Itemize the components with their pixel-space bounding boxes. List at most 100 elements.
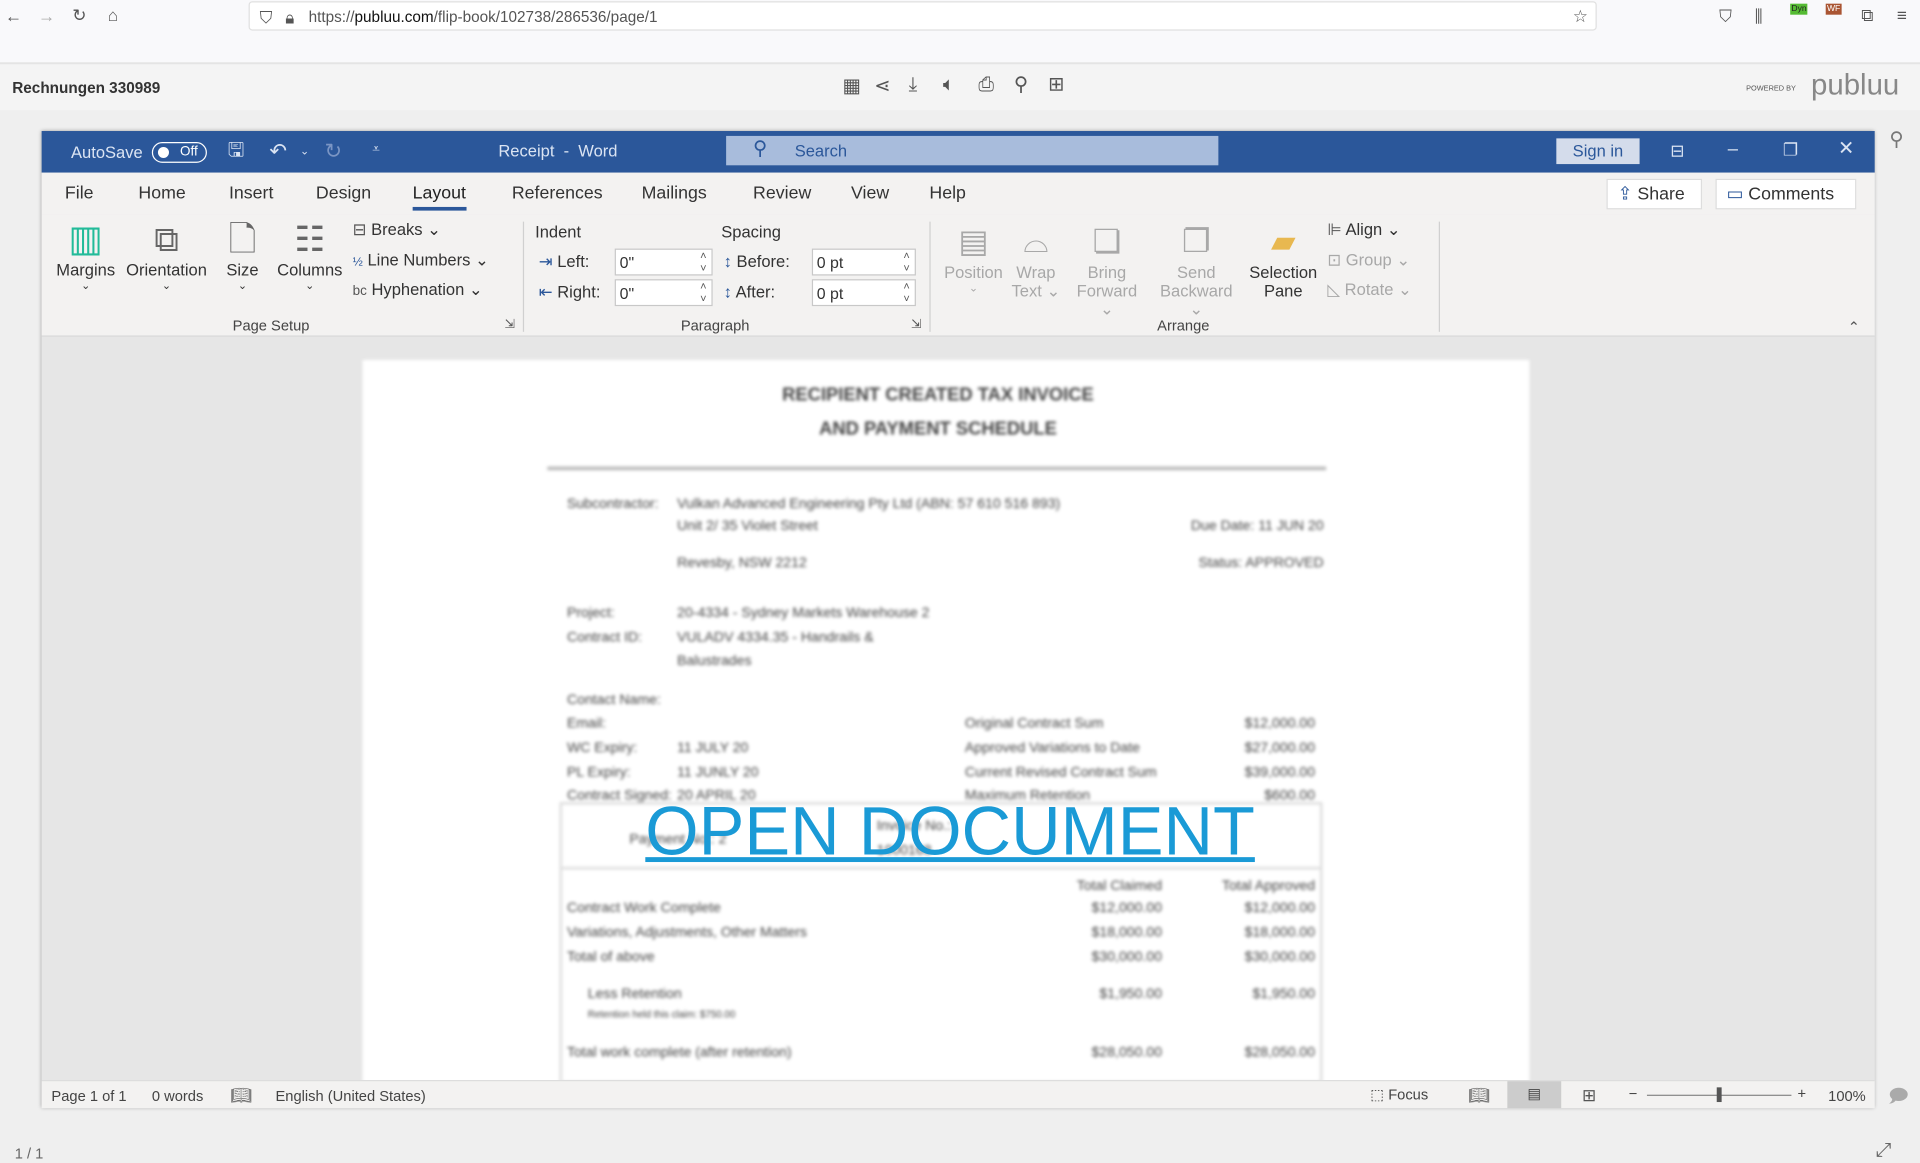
spacing-after-label: ↕ After:	[723, 282, 776, 302]
share-icon[interactable]: ⋖	[874, 77, 890, 97]
position-icon: ▤	[958, 222, 989, 260]
margins-button[interactable]: ▥ Margins ⌄	[51, 219, 120, 292]
orientation-button[interactable]: ⧉ Orientation ⌄	[122, 219, 210, 292]
address-line1: Unit 2/ 35 Violet Street	[677, 519, 818, 534]
line-numbers-button[interactable]: ½ Line Numbers ⌄	[353, 251, 489, 271]
share-button[interactable]: ⇪ Share	[1606, 178, 1703, 210]
ribbon-display-options-icon[interactable]: ⊟	[1670, 142, 1684, 159]
contract-label: Contract ID:	[566, 630, 643, 646]
extensions-icon[interactable]: ⧉	[1861, 6, 1873, 23]
zoom-out-button[interactable]: −	[1629, 1085, 1638, 1102]
open-document-link[interactable]: OPEN DOCUMENT	[645, 794, 1255, 868]
minimize-icon[interactable]: –	[1728, 140, 1738, 158]
grid-icon[interactable]: ▦	[842, 77, 861, 97]
word-count[interactable]: 0 words	[152, 1087, 203, 1104]
word-window: AutoSave Off 🖫 ↶ ⌄ ↻ ⩡ Receipt - Word ⚲ …	[41, 131, 1875, 1109]
contract-row-label: WC Expiry:	[566, 740, 638, 756]
spacing-after-input[interactable]: 0 pt ˄ ˅	[811, 279, 916, 307]
download-icon[interactable]: ⤓	[909, 75, 918, 96]
bring-forward-button[interactable]: ❏ Bring Forward ⌄	[1068, 219, 1146, 319]
tab-file[interactable]: File	[65, 184, 94, 204]
tab-help[interactable]: Help	[929, 184, 966, 204]
close-icon[interactable]: ✕	[1838, 139, 1854, 160]
page-count[interactable]: Page 1 of 1	[51, 1087, 126, 1104]
fullscreen-icon[interactable]: ⤢	[1876, 1141, 1892, 1161]
indent-label: Indent	[535, 222, 582, 242]
tab-review[interactable]: Review	[753, 184, 811, 204]
undo-icon[interactable]: ↶	[269, 141, 286, 162]
wrap-text-button[interactable]: ⌓ Wrap Text ⌄	[1011, 219, 1061, 301]
tab-mailings[interactable]: Mailings	[642, 184, 707, 204]
zoom-slider-thumb[interactable]	[1716, 1087, 1722, 1103]
tab-view[interactable]: View	[851, 184, 889, 204]
page-setup-launcher-icon[interactable]: ⇲	[504, 319, 514, 332]
payment-line-approved: $1,950.00	[1252, 986, 1316, 1002]
address-bar[interactable]: ⛉ 🔒︎ https://publuu.com/flip-book/102738…	[248, 1, 1597, 31]
web-layout-icon[interactable]: ⊞	[1582, 1086, 1596, 1103]
extension-wf[interactable]: WF	[1825, 3, 1842, 15]
save-icon[interactable]: 🖫	[228, 141, 245, 162]
flipbook-title: Rechnungen 330989	[12, 79, 161, 97]
pocket-icon[interactable]: ⛉	[1719, 7, 1732, 24]
payment-line-label: Less Retention	[587, 986, 682, 1002]
zoom-in-button[interactable]: +	[1798, 1085, 1807, 1102]
undo-dropdown-icon[interactable]: ⌄	[300, 145, 309, 157]
size-icon: 🗋︎	[228, 220, 257, 259]
menu-icon[interactable]: ≡	[1897, 6, 1907, 23]
send-backward-button[interactable]: ❐ Send Backward ⌄	[1151, 219, 1242, 319]
print-icon[interactable]: ⎙	[978, 75, 994, 96]
title-rule	[547, 466, 1327, 471]
focus-button[interactable]: ⬚ Focus	[1370, 1086, 1428, 1103]
align-button[interactable]: ⊫ Align ⌄	[1327, 220, 1400, 240]
indent-left-input[interactable]: 0" ˄ ˅	[614, 248, 713, 276]
autosave-toggle[interactable]: Off	[151, 142, 207, 163]
selection-pane-button[interactable]: ▰ Selection Pane	[1244, 219, 1322, 300]
search-icon: ⚲	[753, 138, 768, 160]
hyphenation-button[interactable]: bc Hyphenation ⌄	[353, 280, 483, 300]
columns-button[interactable]: ☷ Columns ⌄	[274, 219, 345, 292]
extension-dyn[interactable]: Dyn	[1790, 3, 1808, 15]
group-button[interactable]: ⊡ Group ⌄	[1327, 251, 1410, 271]
rotate-button[interactable]: ◺ Rotate ⌄	[1327, 280, 1411, 300]
position-button[interactable]: ▤ Position ⌄	[940, 219, 1006, 295]
zoom-level[interactable]: 100%	[1828, 1087, 1866, 1104]
language[interactable]: English (United States)	[276, 1087, 426, 1104]
bookmark-star-icon[interactable]: ☆	[1573, 7, 1588, 24]
tab-layout[interactable]: Layout	[412, 184, 466, 211]
collapse-ribbon-icon[interactable]: ⌃	[1848, 320, 1860, 335]
size-button[interactable]: 🗋︎ Size ⌄	[220, 219, 264, 292]
comments-button[interactable]: ▭ Comments	[1715, 178, 1857, 210]
forward-icon[interactable]: →	[38, 7, 55, 24]
embed-icon[interactable]: ⊞	[1048, 75, 1064, 96]
tab-home[interactable]: Home	[138, 184, 185, 204]
comment-icon[interactable]: 🗩︎	[1888, 1087, 1908, 1105]
restore-icon[interactable]: ❐	[1783, 141, 1798, 158]
sound-icon[interactable]: 🔈︎	[943, 75, 955, 96]
search-icon[interactable]: ⚲	[1889, 130, 1903, 151]
back-icon[interactable]: ←	[5, 7, 22, 24]
indent-right-input[interactable]: 0" ˄ ˅	[614, 279, 713, 307]
document-title: Receipt - Word	[498, 142, 618, 161]
zoom-icon[interactable]: ⚲	[1014, 75, 1028, 96]
home-icon[interactable]: ⌂	[108, 6, 118, 23]
doc-title-line1: RECIPIENT CREATED TAX INVOICE	[782, 384, 1094, 406]
customize-qat-icon[interactable]: ⩡	[372, 143, 380, 156]
search-box[interactable]: ⚲ Search	[726, 135, 1219, 166]
tab-insert[interactable]: Insert	[229, 184, 273, 204]
proofing-icon[interactable]: 📖︎	[230, 1086, 252, 1103]
library-icon[interactable]: ⫼	[1755, 7, 1763, 24]
read-mode-icon[interactable]: 📖︎	[1468, 1086, 1490, 1103]
spacing-before-input[interactable]: 0 pt ˄ ˅	[811, 248, 916, 276]
reload-icon[interactable]: ↻	[72, 6, 86, 23]
print-layout-icon[interactable]: ▤	[1507, 1081, 1562, 1109]
tab-references[interactable]: References	[512, 184, 603, 204]
contract-row-value: 11 JUNLY 20	[677, 765, 759, 781]
breaks-button[interactable]: ⊟ Breaks ⌄	[353, 220, 441, 240]
tab-design[interactable]: Design	[316, 184, 371, 204]
contract-value-1: VULADV 4334.35 - Handrails &	[677, 630, 874, 646]
redo-icon[interactable]: ↻	[324, 141, 341, 162]
paragraph-launcher-icon[interactable]: ⇲	[911, 319, 921, 332]
payment-line-label: Contract Work Complete	[566, 901, 721, 916]
sign-in-button[interactable]: Sign in	[1556, 138, 1640, 165]
publuu-logo[interactable]: publuu	[1811, 69, 1899, 103]
